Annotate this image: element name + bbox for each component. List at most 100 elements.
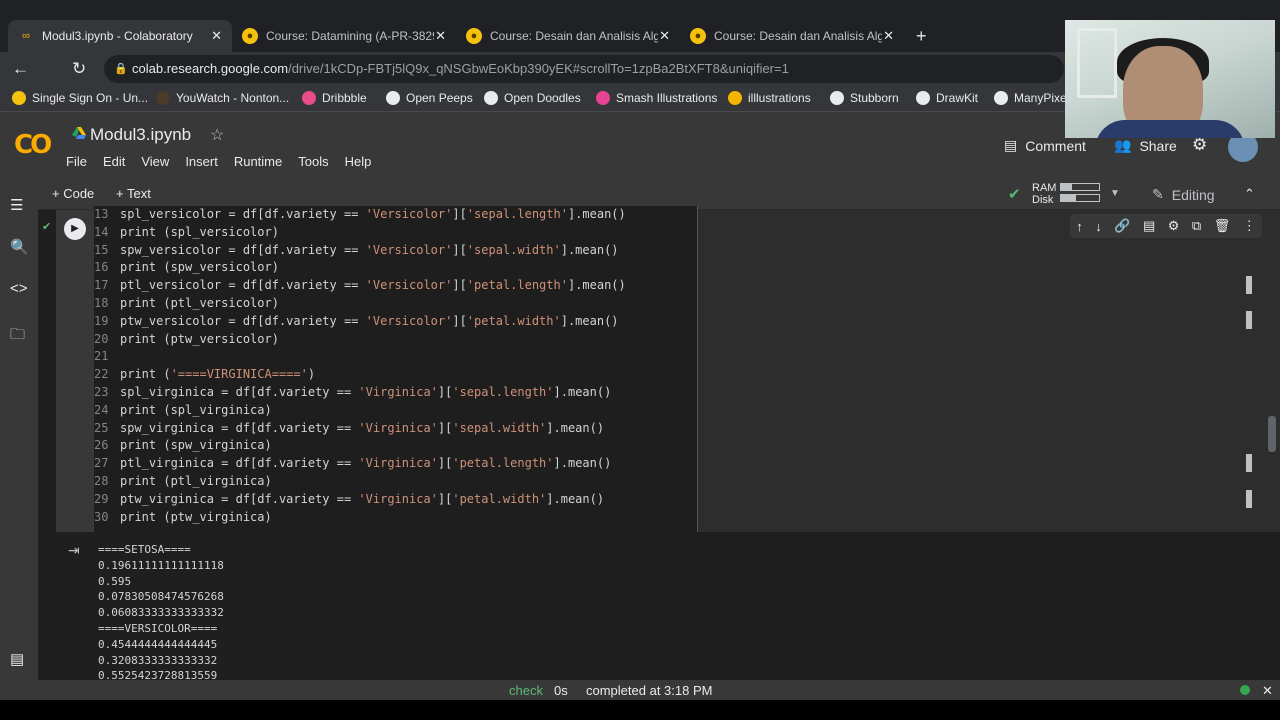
code-string: 'sepal.length': [466, 207, 568, 221]
code-token: ].mean(): [560, 313, 619, 328]
delete-icon[interactable]: 🗑: [1214, 218, 1231, 234]
browser-tab[interactable]: ∞ Modul3.ipynb - Colaboratory ✕: [8, 20, 232, 52]
connected-check-icon: ✔: [1008, 186, 1021, 203]
menu-item-edit[interactable]: Edit: [103, 154, 125, 169]
resource-bars[interactable]: [1060, 183, 1100, 205]
status-time: 0s: [554, 683, 568, 698]
bookmark-item[interactable]: Single Sign On - Un...: [12, 91, 148, 105]
code-line: 28 print (ptl_virginica): [94, 473, 697, 491]
resources-labels[interactable]: RAM Disk: [1032, 182, 1056, 206]
table-of-contents-icon[interactable]: ☰: [10, 196, 23, 214]
people-icon: 👥: [1114, 137, 1132, 153]
add-code-button[interactable]: + Code: [52, 186, 94, 201]
collapse-header-icon[interactable]: ⌃: [1244, 186, 1255, 202]
output-text: ====SETOSA==== 0.19611111111111118 0.595 0.…: [98, 542, 224, 684]
code-token: ].mean(): [567, 278, 626, 293]
bookmark-item[interactable]: Open Peeps: [386, 91, 473, 105]
ram-bar: [1060, 183, 1100, 191]
add-text-button[interactable]: + Text: [116, 186, 151, 201]
code-line: 14 print (spl_versicolor): [94, 224, 697, 242]
back-arrow-icon[interactable]: ←: [12, 59, 29, 79]
bookmark-item[interactable]: ManyPixe: [994, 91, 1067, 105]
output-redirect-icon[interactable]: ⇥: [68, 542, 80, 559]
bookmark-item[interactable]: Dribbble: [302, 91, 367, 105]
code-token: ].mean(): [553, 384, 612, 399]
code-string: 'Versicolor': [365, 278, 453, 293]
bookmark-item[interactable]: Stubborn: [830, 91, 899, 105]
browser-tab[interactable]: ● Course: Desain dan Analisis Algo ✕: [680, 20, 904, 52]
colab-logo[interactable]: CO: [14, 130, 52, 160]
code-line: 24 print (spl_virginica): [94, 402, 697, 420]
code-token: print (spw_virginica): [120, 438, 272, 453]
editing-mode-button[interactable]: ✎ Editing: [1152, 186, 1215, 203]
terminal-icon[interactable]: ▤: [10, 650, 24, 668]
bookmark-label: ManyPixe: [1014, 91, 1067, 105]
line-text: print (ptl_virginica): [120, 473, 272, 491]
code-line: 19 ptw_versicolor = df[df.variety == 'Ver…: [94, 313, 697, 331]
disk-bar: [1060, 194, 1100, 202]
url-field[interactable]: 🔒 colab.research.google.com/drive/1kCDp-F…: [104, 55, 1064, 83]
code-string: 'sepal.width': [466, 242, 561, 257]
share-button[interactable]: 👥 Share: [1114, 137, 1177, 154]
close-status-icon[interactable]: ✕: [1262, 683, 1273, 699]
code-string: 'petal.length': [452, 456, 554, 471]
browser-tab[interactable]: ● Course: Datamining (A-PR-3829) ✕: [232, 20, 456, 52]
bookmark-item[interactable]: Smash Illustrations: [596, 91, 717, 105]
reload-icon[interactable]: ↻: [72, 59, 86, 79]
menu-item-help[interactable]: Help: [345, 154, 372, 169]
menu-item-insert[interactable]: Insert: [185, 154, 218, 169]
status-check: check: [509, 683, 543, 698]
code-string: 'petal.width': [452, 491, 547, 506]
code-snippets-icon[interactable]: <>: [10, 280, 28, 297]
bookmark-item[interactable]: DrawKit: [916, 91, 978, 105]
menu-item-tools[interactable]: Tools: [298, 154, 328, 169]
new-tab-button[interactable]: +: [916, 26, 927, 47]
bookmark-item[interactable]: illlustrations: [728, 91, 811, 105]
bookmark-item[interactable]: YouWatch - Nonton...: [156, 91, 289, 105]
menu-item-file[interactable]: File: [66, 154, 87, 169]
move-up-icon[interactable]: ↑: [1076, 219, 1083, 234]
bookmark-label: Stubborn: [850, 91, 899, 105]
move-down-icon[interactable]: ↓: [1095, 219, 1102, 234]
line-text: print (spw_versicolor): [120, 259, 279, 277]
comment-button[interactable]: ▤ Comment: [1004, 137, 1086, 154]
browser-tab-title: Course: Datamining (A-PR-3829): [266, 29, 434, 43]
bookmark-label: Open Peeps: [406, 91, 473, 105]
bookmark-label: DrawKit: [936, 91, 979, 105]
code-cell[interactable]: ✔ ▶ 13 spl_versicolor = df[df.variety == …: [42, 206, 1280, 532]
menu-item-runtime[interactable]: Runtime: [234, 154, 282, 169]
code-token: ][: [437, 491, 453, 506]
cell-toolbar: ↑ ↓ 🔗 ▤ ⚙ ⧉ 🗑 ⋮: [1070, 214, 1262, 238]
code-line: 15 spw_versicolor = df[df.variety == 'Ver…: [94, 242, 697, 260]
comment-cell-icon[interactable]: ▤: [1143, 218, 1155, 234]
notebook-title[interactable]: Modul3.ipynb: [90, 125, 191, 145]
link-icon[interactable]: 🔗: [1114, 218, 1130, 234]
runtime-dropdown-icon[interactable]: ▼: [1110, 188, 1120, 199]
browser-tab[interactable]: ● Course: Desain dan Analisis Algo ✕: [456, 20, 680, 52]
run-cell-button[interactable]: ▶: [64, 218, 86, 240]
cell-settings-icon[interactable]: ⚙: [1168, 218, 1180, 234]
search-icon[interactable]: 🔍: [10, 238, 29, 256]
more-options-icon[interactable]: ⋮: [1243, 218, 1256, 234]
pencil-icon: ✎: [1152, 186, 1164, 202]
close-tab-icon[interactable]: ✕: [435, 28, 446, 44]
close-tab-icon[interactable]: ✕: [659, 28, 670, 44]
bookmark-icon: [728, 91, 742, 105]
files-icon[interactable]: 🗀: [10, 324, 25, 349]
left-sidebar: ☰ 🔍 <> 🗀 ▤: [0, 180, 38, 680]
close-tab-icon[interactable]: ✕: [883, 28, 894, 44]
notebook-scrollbar[interactable]: [1268, 416, 1276, 452]
code-editor[interactable]: 13 spl_versicolor = df[df.variety == 'Ver…: [94, 206, 698, 532]
bookmark-icon: [386, 91, 400, 105]
disk-label: Disk: [1032, 194, 1054, 206]
mirror-cell-icon[interactable]: ⧉: [1192, 218, 1201, 234]
connection-status-dot: [1240, 685, 1250, 695]
star-icon[interactable]: ☆: [210, 125, 224, 145]
menu-item-view[interactable]: View: [141, 154, 169, 169]
browser-tab-title: Modul3.ipynb - Colaboratory: [42, 29, 193, 43]
bookmark-item[interactable]: Open Doodles: [484, 91, 581, 105]
bookmark-icon: [916, 91, 930, 105]
close-tab-icon[interactable]: ✕: [211, 28, 222, 44]
status-message: completed at 3:18 PM: [586, 683, 713, 698]
gear-icon[interactable]: ⚙: [1192, 135, 1207, 155]
